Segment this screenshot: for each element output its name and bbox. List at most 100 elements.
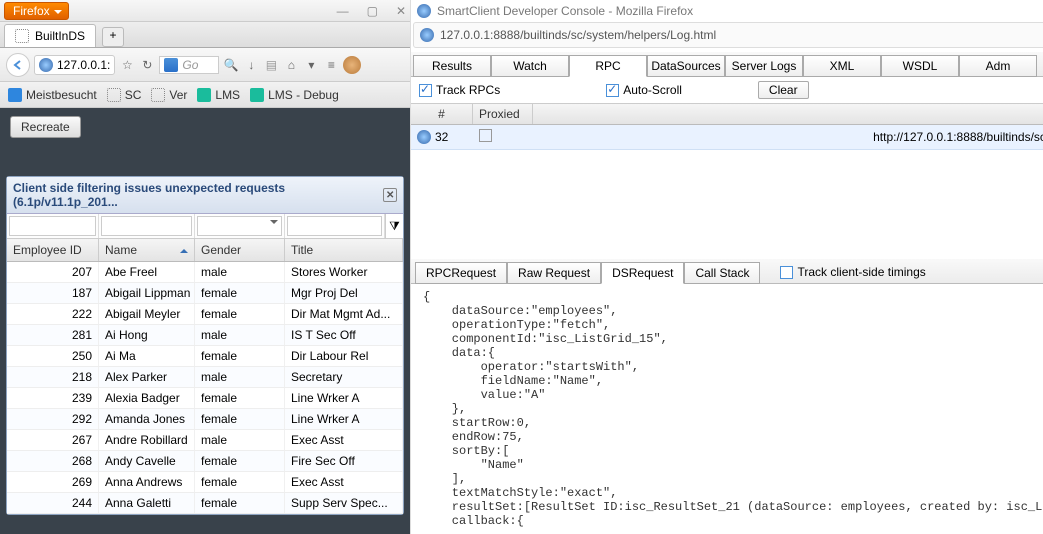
header-proxied[interactable]: Proxied xyxy=(473,104,533,124)
search-box[interactable]: Go xyxy=(159,56,219,74)
cell-title: Exec Asst xyxy=(285,430,403,450)
checkbox-icon xyxy=(780,266,793,279)
track-rpcs-checkbox[interactable]: Track RPCs xyxy=(419,83,500,97)
minimize-icon[interactable]: — xyxy=(337,4,349,18)
header-title[interactable]: Title xyxy=(285,239,403,261)
left-browser-window: Firefox — ▢ ✕ BuiltInDS + 127.0.0.1: ☆ ↻… xyxy=(0,0,410,534)
bookmark-sc[interactable]: SC xyxy=(107,88,142,102)
table-row[interactable]: 244Anna GalettifemaleSupp Serv Spec... xyxy=(7,493,403,514)
track-timings-checkbox[interactable]: Track client-side timings xyxy=(780,265,925,279)
header-name[interactable]: Name xyxy=(99,239,195,261)
table-row[interactable]: 250Ai MafemaleDir Labour Rel xyxy=(7,346,403,367)
table-row[interactable]: 268Andy CavellefemaleFire Sec Off xyxy=(7,451,403,472)
table-row[interactable]: 222Abigail MeylerfemaleDir Mat Mgmt Ad..… xyxy=(7,304,403,325)
tab-adm[interactable]: Adm xyxy=(959,55,1037,77)
table-row[interactable]: 267Andre RobillardmaleExec Asst xyxy=(7,430,403,451)
cell-gender: female xyxy=(195,283,285,303)
auto-scroll-checkbox[interactable]: Auto-Scroll xyxy=(606,83,682,97)
cell-title: Line Wrker A xyxy=(285,388,403,408)
cell-gender: female xyxy=(195,304,285,324)
table-row[interactable]: 239Alexia BadgerfemaleLine Wrker A xyxy=(7,388,403,409)
url-text: 127.0.0.1: xyxy=(57,58,110,72)
grid-close-button[interactable]: ✕ xyxy=(383,188,397,202)
bookmark-lms[interactable]: LMS xyxy=(197,88,240,102)
tab-label: BuiltInDS xyxy=(35,29,85,43)
recreate-button[interactable]: Recreate xyxy=(10,116,81,138)
url-bar[interactable]: 127.0.0.1:8888/builtinds/sc/system/helpe… xyxy=(413,22,1043,48)
header-employee-id[interactable]: Employee ID xyxy=(7,239,99,261)
grid-body: 207Abe FreelmaleStores Worker187Abigail … xyxy=(7,262,403,514)
cell-title: Dir Labour Rel xyxy=(285,346,403,366)
checkbox-icon xyxy=(606,84,619,97)
detail-tab-rpcrequest[interactable]: RPCRequest xyxy=(415,262,507,284)
close-icon[interactable]: ✕ xyxy=(396,4,406,18)
tab-datasources[interactable]: DataSources xyxy=(647,55,725,77)
bookmark-lms-debug[interactable]: LMS - Debug xyxy=(250,88,339,102)
clear-button[interactable]: Clear xyxy=(758,81,809,99)
feed-icon[interactable]: ▤ xyxy=(263,57,279,73)
header-url[interactable]: URL xyxy=(533,104,1043,124)
tab-watch[interactable]: Watch xyxy=(491,55,569,77)
cell-id: 267 xyxy=(7,430,99,450)
history-icon[interactable]: ↻ xyxy=(139,57,155,73)
home-icon[interactable]: ⌂ xyxy=(283,57,299,73)
cell-id: 218 xyxy=(7,367,99,387)
tab-xml[interactable]: XML xyxy=(803,55,881,77)
bookmark-star-icon[interactable]: ☆ xyxy=(119,57,135,73)
filter-title[interactable] xyxy=(287,216,382,236)
detail-tabs: RPCRequestRaw RequestDSRequestCall Stack… xyxy=(411,259,1043,284)
cell-gender: female xyxy=(195,493,285,513)
filter-row: ⧩ xyxy=(7,214,403,239)
filter-icon[interactable]: ⧩ xyxy=(385,214,403,238)
header-gender[interactable]: Gender xyxy=(195,239,285,261)
cell-title: Stores Worker xyxy=(285,262,403,282)
cell-name: Abigail Lippman xyxy=(99,283,195,303)
tab-results[interactable]: Results xyxy=(413,55,491,77)
tab-rpc[interactable]: RPC xyxy=(569,55,647,77)
filter-employee-id[interactable] xyxy=(9,216,96,236)
cell-gender: male xyxy=(195,262,285,282)
cell-title: Mgr Proj Del xyxy=(285,283,403,303)
rpc-grid-row[interactable]: 32 http://127.0.0.1:8888/builtinds/sc/ID… xyxy=(411,125,1043,150)
window-title: SmartClient Developer Console - Mozilla … xyxy=(437,4,693,18)
url-bar[interactable]: 127.0.0.1: xyxy=(34,55,115,75)
bookmark-ver[interactable]: Ver xyxy=(151,88,187,102)
maximize-icon[interactable]: ▢ xyxy=(367,4,378,18)
bookmark-icon xyxy=(8,88,22,102)
table-row[interactable]: 207Abe FreelmaleStores Worker xyxy=(7,262,403,283)
grid-title-text: Client side filtering issues unexpected … xyxy=(13,181,383,209)
bookmarks-icon[interactable]: ▾ xyxy=(303,57,319,73)
table-row[interactable]: 218Alex ParkermaleSecretary xyxy=(7,367,403,388)
search-icon[interactable]: 🔍 xyxy=(223,57,239,73)
menu-icon[interactable]: ≡ xyxy=(323,57,339,73)
firefox-button[interactable]: Firefox xyxy=(4,2,69,20)
options-row: Track RPCs Auto-Scroll Clear xyxy=(411,77,1043,104)
cell-name: Amanda Jones xyxy=(99,409,195,429)
table-row[interactable]: 269Anna AndrewsfemaleExec Asst xyxy=(7,472,403,493)
table-row[interactable]: 281Ai HongmaleIS T Sec Off xyxy=(7,325,403,346)
proxied-checkbox[interactable] xyxy=(479,129,492,142)
main-tabs: ResultsWatchRPCDataSourcesServer LogsXML… xyxy=(411,52,1043,77)
tab-server logs[interactable]: Server Logs xyxy=(725,55,803,77)
new-tab-button[interactable]: + xyxy=(102,27,124,47)
bookmark-meistbesucht[interactable]: Meistbesucht xyxy=(8,88,97,102)
cell-id: 207 xyxy=(7,262,99,282)
detail-tab-dsrequest[interactable]: DSRequest xyxy=(601,262,684,284)
grid-window: Client side filtering issues unexpected … xyxy=(6,176,404,515)
detail-tab-call stack[interactable]: Call Stack xyxy=(684,262,760,284)
cell-name: Ai Hong xyxy=(99,325,195,345)
tab-wsdl[interactable]: WSDL xyxy=(881,55,959,77)
globe-icon xyxy=(420,28,434,42)
profile-icon[interactable] xyxy=(343,56,361,74)
cell-title: Supp Serv Spec... xyxy=(285,493,403,513)
tab-builtinds[interactable]: BuiltInDS xyxy=(4,24,96,47)
cell-id: 269 xyxy=(7,472,99,492)
back-button[interactable] xyxy=(6,53,30,77)
detail-tab-raw request[interactable]: Raw Request xyxy=(507,262,601,284)
header-num[interactable]: # xyxy=(411,104,473,124)
table-row[interactable]: 187Abigail LippmanfemaleMgr Proj Del xyxy=(7,283,403,304)
dropdown-icon[interactable] xyxy=(270,220,278,228)
downloads-icon[interactable]: ↓ xyxy=(243,57,259,73)
table-row[interactable]: 292Amanda JonesfemaleLine Wrker A xyxy=(7,409,403,430)
filter-name[interactable] xyxy=(101,216,192,236)
